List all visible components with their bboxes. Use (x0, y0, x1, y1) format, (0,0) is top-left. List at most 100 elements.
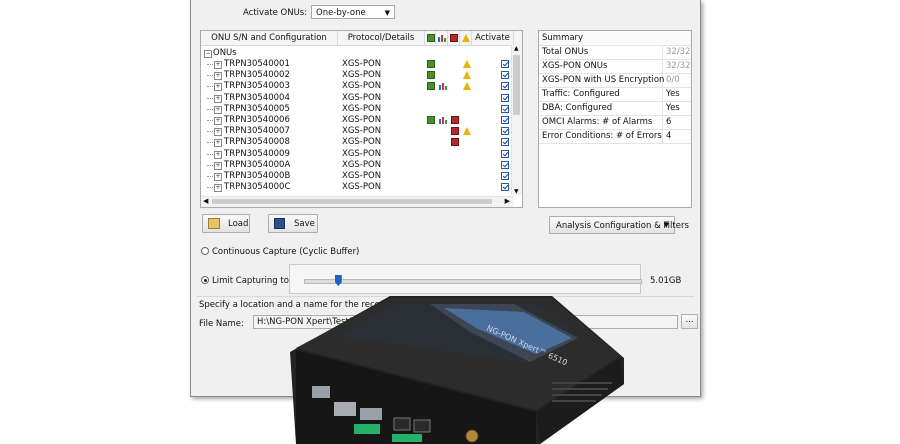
traffic-configured-icon (427, 82, 435, 91)
tree-connector (207, 131, 213, 133)
tree-root-onus[interactable]: − ONUs (201, 48, 511, 59)
column-header-warning-icon[interactable] (460, 31, 472, 45)
summary-label: Error Conditions: # of Errors (539, 129, 663, 143)
save-button[interactable]: Save (268, 214, 318, 233)
onu-protocol: XGS-PON (342, 81, 382, 92)
warning-icon (463, 71, 471, 80)
traffic-configured-icon (427, 71, 435, 80)
traffic-configured-icon (427, 60, 435, 68)
activate-checkbox[interactable] (501, 104, 509, 113)
capture-size-slider[interactable] (289, 264, 642, 294)
expand-icon[interactable]: + (214, 94, 222, 103)
horizontal-scrollbar[interactable]: ◀ ▶ (201, 196, 514, 207)
tree-connector (207, 108, 213, 110)
expand-icon[interactable]: + (214, 72, 222, 81)
onu-protocol: XGS-PON (342, 103, 382, 114)
activate-checkbox[interactable] (501, 160, 509, 169)
onu-serial-number: TRPN30540001 (224, 59, 290, 69)
summary-title: Summary (542, 33, 584, 43)
scroll-right-icon[interactable]: ▶ (505, 197, 510, 205)
expand-icon[interactable]: + (214, 173, 222, 181)
slider-thumb[interactable] (334, 275, 342, 286)
collapse-icon[interactable]: − (204, 50, 212, 58)
load-button[interactable]: Load (202, 214, 250, 233)
activate-checkbox[interactable] (501, 183, 509, 192)
onu-tree-row[interactable]: + TRPN30540009 XGS-PON (201, 149, 511, 160)
summary-value: 32/32 (666, 47, 691, 57)
load-button-label: Load (228, 219, 249, 229)
onu-tree-row[interactable]: + TRPN30540005 XGS-PON (201, 104, 511, 115)
expand-icon[interactable]: + (214, 150, 222, 159)
browse-button[interactable]: ... (681, 314, 698, 329)
browse-button-label: ... (685, 315, 694, 325)
column-header-alarm-icon[interactable] (448, 31, 460, 45)
horizontal-scroll-thumb[interactable] (212, 199, 492, 204)
expand-icon[interactable]: + (214, 105, 222, 114)
summary-value: 6 (666, 117, 672, 127)
onu-serial-number: TRPN30540006 (224, 115, 290, 125)
activate-checkbox[interactable] (501, 138, 509, 147)
onu-protocol: XGS-PON (342, 137, 382, 148)
onu-tree-row[interactable]: + TRPN30540002 XGS-PON (201, 70, 511, 81)
onu-protocol: XGS-PON (342, 171, 382, 181)
limit-capturing-radio[interactable] (201, 276, 209, 284)
scroll-left-icon[interactable]: ◀ (203, 197, 208, 205)
expand-icon[interactable]: + (214, 117, 222, 125)
expand-icon[interactable]: + (214, 83, 222, 92)
summary-value: Yes (666, 89, 680, 99)
capture-size-value: 5.01GB (650, 276, 682, 286)
expand-icon[interactable]: + (214, 61, 222, 69)
onu-serial-number: TRPN30540009 (224, 148, 290, 159)
traffic-configured-icon (427, 116, 435, 124)
vertical-scroll-thumb[interactable] (513, 55, 520, 115)
column-header-activate[interactable]: Activate (472, 31, 514, 45)
onu-tree-row[interactable]: + TRPN30540003 XGS-PON (201, 81, 511, 92)
activate-onus-select[interactable]: One-by-one ▼ (311, 5, 395, 19)
onu-protocol: XGS-PON (342, 59, 382, 69)
tree-connector (207, 142, 213, 144)
tree-connector (207, 176, 213, 177)
folder-icon (208, 218, 220, 229)
column-header-dba-icon[interactable] (436, 31, 448, 45)
summary-row: Total ONUs 32/32 (539, 45, 691, 60)
summary-value: Yes (666, 103, 680, 113)
column-header-protocol[interactable]: Protocol/Details (338, 31, 425, 45)
onu-tree-row[interactable]: + TRPN30540008 XGS-PON (201, 137, 511, 148)
summary-label: XGS-PON ONUs (539, 59, 663, 73)
onu-tree-row[interactable]: + TRPN30540006 XGS-PON (201, 115, 511, 126)
expand-icon[interactable]: + (214, 184, 222, 193)
onu-tree-row[interactable]: + TRPN3054000C XGS-PON (201, 182, 511, 193)
slider-track[interactable] (304, 279, 642, 284)
continuous-capture-label: Continuous Capture (Cyclic Buffer) (212, 247, 360, 257)
column-header-sn[interactable]: ONU S/N and Configuration (201, 31, 338, 45)
activate-checkbox[interactable] (501, 149, 509, 158)
onu-tree-row[interactable]: + TRPN3054000B XGS-PON (201, 171, 511, 182)
scroll-down-icon[interactable]: ▼ (514, 188, 519, 195)
expand-icon[interactable]: + (214, 161, 222, 170)
onu-tree-row[interactable]: + TRPN3054000A XGS-PON (201, 160, 511, 171)
expand-icon[interactable]: + (214, 139, 222, 148)
column-header-traffic-icon[interactable] (425, 31, 436, 45)
activate-checkbox[interactable] (501, 60, 509, 68)
onu-tree-row[interactable]: + TRPN30540001 XGS-PON (201, 59, 511, 70)
summary-row: XGS-PON ONUs 32/32 (539, 59, 691, 74)
summary-label: DBA: Configured (539, 101, 663, 115)
activate-checkbox[interactable] (501, 71, 509, 80)
activate-checkbox[interactable] (501, 116, 509, 124)
onu-tree-row[interactable]: + TRPN30540004 XGS-PON (201, 93, 511, 104)
analysis-configuration-button[interactable]: Analysis Configuration & Filters ▼ (549, 216, 689, 234)
onu-protocol: XGS-PON (342, 126, 382, 137)
activate-checkbox[interactable] (501, 82, 509, 91)
summary-label: OMCI Alarms: # of Alarms (539, 115, 663, 129)
tree-connector (207, 64, 213, 65)
expand-icon[interactable]: + (214, 128, 222, 137)
activate-checkbox[interactable] (501, 127, 509, 136)
onu-tree-row[interactable]: + TRPN30540007 XGS-PON (201, 126, 511, 137)
vertical-scrollbar[interactable]: ▲ ▼ (511, 45, 522, 195)
activate-checkbox[interactable] (501, 172, 509, 180)
continuous-capture-radio[interactable] (201, 247, 209, 255)
tree-connector (207, 187, 213, 189)
scroll-up-icon[interactable]: ▲ (514, 45, 519, 52)
activate-checkbox[interactable] (501, 93, 509, 102)
onu-serial-number: TRPN30540008 (224, 137, 290, 148)
